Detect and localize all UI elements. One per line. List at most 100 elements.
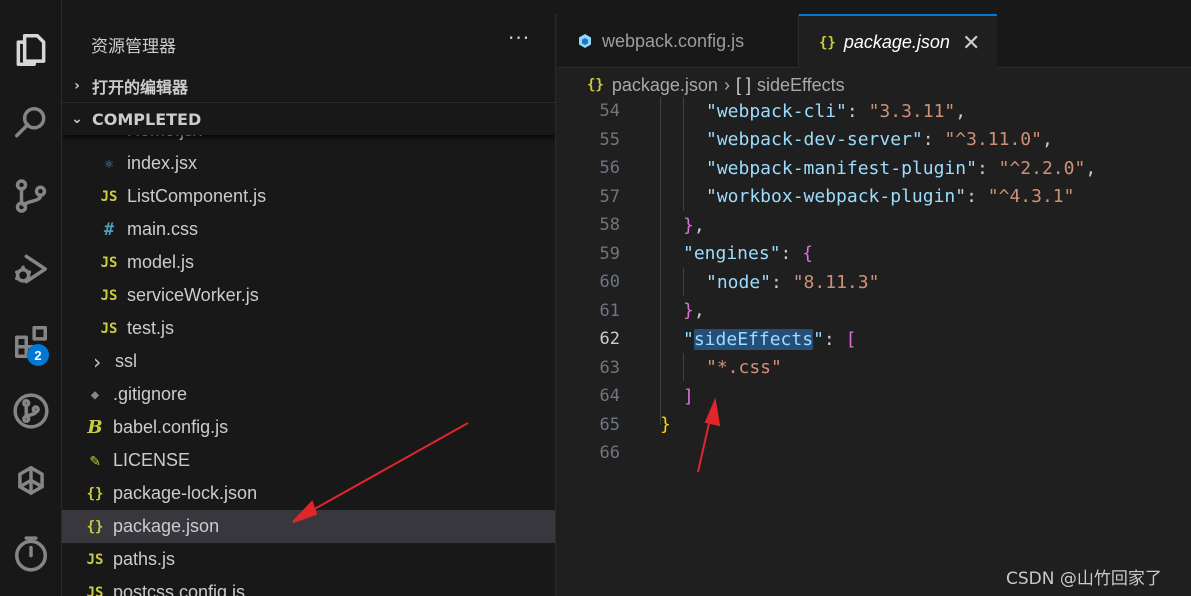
code-line: 57 "workbox-webpack-plugin": "^4.3.1": [557, 183, 1191, 212]
code-line: 65 }: [557, 411, 1191, 440]
explorer-sidebar: 资源管理器 ··· › 打开的编辑器 ⌄ COMPLETED ⚛ Home.js…: [62, 14, 556, 596]
list-item[interactable]: JS serviceWorker.js: [98, 279, 555, 312]
js-file-icon: JS: [100, 188, 118, 205]
file-name: package.json: [113, 516, 220, 536]
code-line: 61 },: [557, 297, 1191, 326]
list-item[interactable]: ⚛ index.jsx: [98, 147, 555, 180]
line-number: 60: [599, 272, 620, 293]
chevron-right-icon: ›: [74, 77, 80, 94]
code-line: 56 "webpack-manifest-plugin": "^2.2.0",: [557, 154, 1191, 183]
json-key: "webpack-manifest-plugin": [706, 157, 977, 179]
line-number: 61: [599, 300, 620, 321]
editor-tabs: webpack.config.js {} package.json ✕: [557, 14, 1191, 69]
window-top-strip: [0, 0, 1191, 14]
chevron-down-icon: ⌄: [71, 111, 83, 127]
tab-package-json[interactable]: {} package.json ✕: [799, 14, 997, 69]
close-icon[interactable]: ✕: [962, 30, 980, 56]
code-line: 54 "webpack-cli": "3.3.11",: [557, 97, 1191, 126]
list-item[interactable]: ◆ .gitignore: [84, 378, 555, 411]
line-number: 66: [599, 443, 620, 464]
line-number: 64: [599, 386, 620, 407]
git-icon: ◆: [90, 386, 100, 403]
folder-label: COMPLETED: [92, 109, 202, 129]
file-name: index.jsx: [127, 153, 198, 173]
breadcrumb: {} package.json › [ ] sideEffects: [557, 70, 845, 100]
file-name: main.css: [127, 219, 199, 239]
json-value: "8.11.3": [792, 271, 880, 293]
folder-name: ssl: [115, 351, 137, 371]
file-name: babel.config.js: [113, 417, 229, 437]
json-value: "^3.11.0": [944, 129, 1042, 151]
open-editors-label: 打开的编辑器: [92, 77, 189, 97]
webpack-icon: [579, 34, 591, 48]
array-symbol-icon: [ ]: [735, 74, 751, 95]
json-file-icon: {}: [587, 77, 604, 93]
json-value: "3.3.11": [868, 100, 956, 122]
watermark: CSDN @山竹回家了: [1006, 569, 1162, 589]
activity-bar: 2: [0, 0, 62, 596]
code-line: 58 },: [557, 211, 1191, 240]
line-number: 63: [599, 357, 620, 378]
list-item[interactable]: JS postcss.config.js: [84, 576, 555, 596]
file-name: test.js: [127, 318, 175, 338]
code-line: 59 "engines": {: [557, 240, 1191, 269]
json-file-icon: {}: [86, 518, 104, 535]
list-item[interactable]: JS paths.js: [84, 543, 555, 576]
source-control-icon[interactable]: [0, 170, 62, 222]
css-file-icon: #: [103, 219, 115, 240]
explorer-icon[interactable]: [0, 24, 62, 76]
code-line: 63 "*.css": [557, 354, 1191, 383]
json-key: "webpack-dev-server": [706, 129, 923, 151]
file-name: paths.js: [113, 549, 176, 569]
list-item[interactable]: JS model.js: [98, 246, 555, 279]
line-number: 57: [599, 186, 620, 207]
folder-item-ssl[interactable]: › ssl: [86, 345, 555, 378]
folder-section[interactable]: ⌄ COMPLETED: [62, 102, 555, 135]
tab-webpack-config[interactable]: webpack.config.js: [557, 14, 799, 68]
run-debug-icon[interactable]: [0, 243, 62, 295]
file-name: model.js: [127, 252, 195, 272]
json-value: "*.css": [706, 357, 782, 379]
breadcrumb-file[interactable]: package.json: [612, 75, 718, 96]
line-number: 62: [599, 329, 620, 350]
selected-text: sideEffects: [693, 328, 814, 350]
open-editors-section[interactable]: › 打开的编辑器: [62, 69, 555, 102]
line-number: 56: [599, 158, 620, 179]
line-number: 65: [599, 414, 620, 435]
js-file-icon: JS: [86, 584, 104, 596]
js-file-icon: JS: [100, 287, 118, 304]
json-file-icon: {}: [86, 485, 104, 502]
code-line: 55 "webpack-dev-server": "^3.11.0",: [557, 126, 1191, 155]
timeline-icon[interactable]: [0, 528, 62, 580]
json-value: "^4.3.1": [987, 186, 1075, 208]
list-item[interactable]: B babel.config.js: [84, 411, 555, 444]
git-graph-icon[interactable]: [0, 385, 62, 437]
react-icon: ⚛: [104, 155, 114, 172]
chatgpt-icon[interactable]: [0, 456, 62, 508]
json-key: "workbox-webpack-plugin": [706, 186, 967, 208]
list-item[interactable]: {} package-lock.json: [84, 477, 555, 510]
code-line: 64 ]: [557, 382, 1191, 411]
list-item[interactable]: JS test.js: [98, 312, 555, 345]
search-icon[interactable]: [0, 97, 62, 149]
file-name: postcss.config.js: [113, 582, 246, 596]
more-actions-button[interactable]: ···: [508, 26, 530, 50]
tab-label: package.json: [843, 32, 950, 52]
line-number: 54: [599, 101, 620, 122]
list-item-selected[interactable]: {} package.json: [62, 510, 555, 543]
list-item[interactable]: # main.css: [98, 213, 555, 246]
breadcrumb-symbol[interactable]: sideEffects: [757, 75, 845, 96]
line-number: 55: [599, 129, 620, 150]
file-name: ListComponent.js: [127, 186, 267, 206]
tab-label: webpack.config.js: [602, 30, 745, 51]
js-file-icon: JS: [100, 254, 118, 271]
list-item[interactable]: JS ListComponent.js: [98, 180, 555, 213]
code-line: 60 "node": "8.11.3": [557, 268, 1191, 297]
explorer-title: 资源管理器: [91, 37, 176, 57]
extensions-badge: 2: [27, 344, 49, 366]
js-file-icon: JS: [100, 320, 118, 337]
json-file-icon: {}: [819, 34, 836, 51]
list-item[interactable]: ✎ LICENSE: [84, 444, 555, 477]
json-key: "webpack-cli": [706, 100, 847, 122]
chevron-right-icon: ›: [90, 349, 104, 374]
